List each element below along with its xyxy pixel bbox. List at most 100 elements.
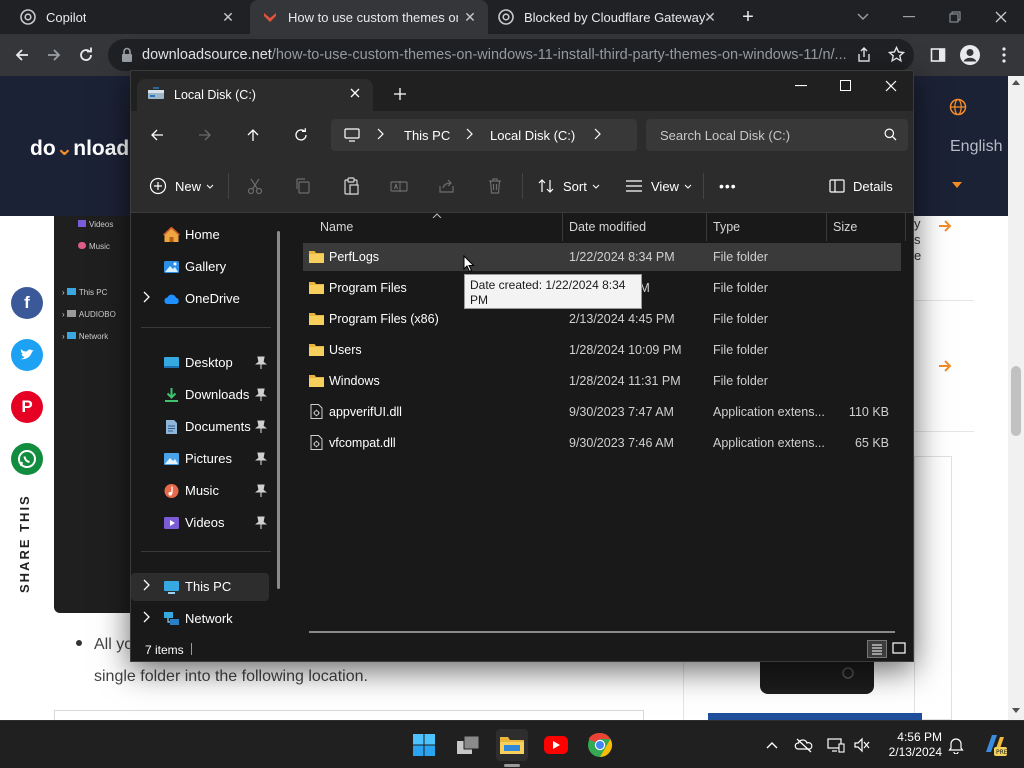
youtube-icon[interactable]: [540, 729, 572, 761]
copy-icon[interactable]: [293, 176, 313, 196]
search-input[interactable]: Search Local Disk (C:): [660, 128, 790, 143]
twitter-icon[interactable]: [11, 339, 43, 371]
caret-down-icon[interactable]: [952, 182, 962, 188]
table-row[interactable]: PerfLogs 1/22/2024 8:34 PM File folder: [303, 243, 901, 271]
link-heading-fragment[interactable]: [708, 713, 922, 720]
chevron-up-icon[interactable]: [762, 735, 782, 755]
breadcrumb-this-pc[interactable]: This PC: [404, 128, 450, 143]
view-button[interactable]: View: [625, 159, 692, 213]
pin-icon[interactable]: [255, 452, 267, 466]
large-icons-view-icon[interactable]: [890, 640, 908, 658]
chevron-right-icon[interactable]: [143, 579, 153, 595]
onedrive-offline-icon[interactable]: [794, 735, 814, 755]
address-bar[interactable]: downloadsource.net/how-to-use-custom-the…: [108, 39, 914, 71]
details-pane-button[interactable]: Details: [829, 159, 893, 213]
volume-muted-icon[interactable]: [852, 735, 872, 755]
side-panel-icon[interactable]: [924, 41, 952, 69]
sidebar-item-desktop[interactable]: Desktop: [131, 349, 271, 377]
sidebar-item-downloads[interactable]: Downloads: [131, 381, 271, 409]
pin-icon[interactable]: [255, 484, 267, 498]
close-icon[interactable]: ✕: [702, 9, 718, 25]
column-header-type[interactable]: Type: [713, 213, 740, 241]
close-icon[interactable]: ✕: [220, 9, 236, 25]
new-tab-plus-icon[interactable]: [393, 87, 407, 101]
forward-arrow-icon[interactable]: [193, 123, 217, 147]
sidebar-item-network[interactable]: Network: [131, 605, 271, 633]
pin-icon[interactable]: [255, 516, 267, 530]
chevron-right-icon[interactable]: [143, 291, 153, 307]
search-box[interactable]: Search Local Disk (C:): [646, 119, 908, 151]
page-scrollbar[interactable]: [1008, 76, 1024, 720]
close-window-icon[interactable]: [978, 0, 1024, 34]
search-icon[interactable]: [884, 128, 897, 141]
column-divider[interactable]: [905, 213, 906, 241]
cut-icon[interactable]: [245, 176, 265, 196]
scroll-down-icon[interactable]: [1012, 708, 1020, 713]
pin-icon[interactable]: [255, 356, 267, 370]
browser-tab-howto[interactable]: How to use custom themes on W ✕: [250, 0, 488, 34]
sidebar-item-home[interactable]: Home: [131, 221, 271, 249]
bookmark-star-icon[interactable]: [888, 46, 905, 63]
column-header-size[interactable]: Size: [833, 213, 857, 241]
monitor-icon[interactable]: [344, 128, 360, 142]
pin-icon[interactable]: [255, 388, 267, 402]
task-view-icon[interactable]: [452, 729, 484, 761]
start-windows-icon[interactable]: [408, 729, 440, 761]
delete-trash-icon[interactable]: [485, 176, 505, 196]
sidebar-item-documents[interactable]: Documents: [131, 413, 271, 441]
share-icon[interactable]: [856, 47, 872, 63]
minimize-icon[interactable]: [886, 0, 932, 34]
rename-icon[interactable]: [389, 176, 409, 196]
globe-icon[interactable]: [949, 98, 967, 116]
column-divider[interactable]: [706, 213, 707, 241]
chevron-right-icon[interactable]: [594, 128, 601, 140]
details-view-icon[interactable]: [867, 640, 887, 658]
horizontal-scrollbar[interactable]: [309, 631, 895, 633]
chevron-right-icon[interactable]: [466, 128, 473, 140]
column-divider[interactable]: [826, 213, 827, 241]
reload-icon[interactable]: [72, 41, 100, 69]
menu-kebab-icon[interactable]: [990, 41, 1018, 69]
navigation-scrollbar[interactable]: [277, 231, 280, 589]
close-tab-icon[interactable]: [349, 87, 361, 99]
copilot-pre-icon[interactable]: PRE: [982, 732, 1008, 758]
sidebar-item-music[interactable]: Music: [131, 477, 271, 505]
display-projection-icon[interactable]: [826, 735, 846, 755]
table-row[interactable]: Windows 1/28/2024 11:31 PM File folder: [303, 367, 901, 395]
arrow-right-icon[interactable]: [938, 360, 952, 372]
close-window-icon[interactable]: [885, 80, 897, 92]
scrollbar-thumb[interactable]: [1011, 366, 1021, 436]
new-tab-button[interactable]: +: [736, 7, 760, 27]
sidebar-item-onedrive[interactable]: OneDrive: [131, 285, 271, 313]
breadcrumb-local-disk[interactable]: Local Disk (C:): [490, 128, 575, 143]
sidebar-item-this-pc[interactable]: This PC: [131, 573, 269, 601]
site-info-icon[interactable]: [120, 47, 134, 63]
scroll-up-icon[interactable]: [1012, 80, 1020, 85]
sidebar-item-pictures[interactable]: Pictures: [131, 445, 271, 473]
minimize-icon[interactable]: [795, 85, 807, 87]
facebook-icon[interactable]: f: [11, 287, 43, 319]
profile-avatar-icon[interactable]: [956, 41, 984, 69]
forward-arrow-icon[interactable]: [40, 41, 68, 69]
refresh-icon[interactable]: [289, 123, 313, 147]
arrow-right-icon[interactable]: [938, 220, 952, 232]
maximize-icon[interactable]: [840, 80, 851, 91]
column-divider[interactable]: [562, 213, 563, 241]
table-row[interactable]: appverifUI.dll 9/30/2023 7:47 AM Applica…: [303, 398, 901, 426]
explorer-tab[interactable]: Local Disk (C:): [137, 79, 373, 111]
address-breadcrumb[interactable]: This PC Local Disk (C:): [331, 119, 637, 151]
clock[interactable]: 4:56 PM 2/13/2024: [880, 730, 942, 760]
back-arrow-icon[interactable]: [8, 41, 36, 69]
chevron-right-icon[interactable]: [143, 611, 153, 627]
file-explorer-taskbar-icon[interactable]: [496, 729, 528, 761]
paste-icon[interactable]: [341, 176, 361, 196]
restore-icon[interactable]: [932, 0, 978, 34]
browser-tab-copilot[interactable]: Copilot ✕: [8, 0, 246, 34]
column-header-date[interactable]: Date modified: [569, 213, 646, 241]
new-button[interactable]: New: [149, 159, 214, 213]
sidebar-item-gallery[interactable]: Gallery: [131, 253, 271, 281]
see-more-button[interactable]: •••: [719, 159, 737, 213]
share-icon[interactable]: [437, 176, 457, 196]
chevron-right-icon[interactable]: [377, 128, 384, 140]
back-arrow-icon[interactable]: [145, 123, 169, 147]
